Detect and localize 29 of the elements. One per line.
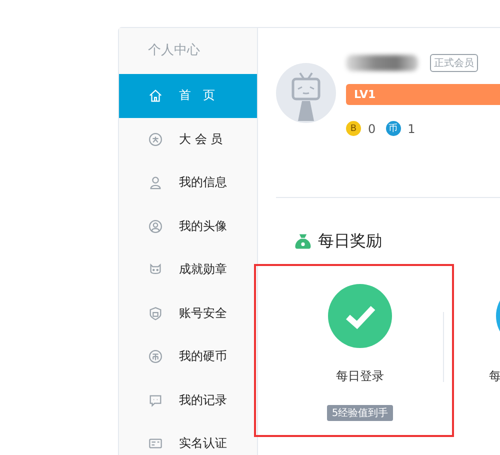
sidebar-item[interactable]: 我的记录 [119,378,257,422]
blurred-username [346,55,418,71]
coin-badge: 币 [386,121,401,136]
sidebar-item[interactable]: 实名认证 [119,422,257,455]
task-label: 每日登录 [336,368,384,385]
level-bar: LV1 [346,84,500,105]
shield-icon [148,306,163,321]
sidebar-item[interactable]: 大 会 员 [119,118,257,161]
sidebar-item[interactable]: 账号安全 [119,292,257,335]
coin-count: 0 [368,122,376,136]
id-card-icon [148,436,163,452]
section-title: 每日奖励 [318,231,382,252]
coin-icon [148,349,163,364]
reward-tag: 5经验值到手 [326,405,394,421]
home-icon [148,88,163,104]
sidebar-item[interactable]: 我的信息 [119,161,257,204]
circle-icon [148,132,163,147]
chat-icon [148,392,163,408]
user-circle-icon [148,218,163,234]
member-badge: 正式会员 [430,54,478,72]
sidebar-item[interactable]: 我的头像 [119,204,257,248]
sidebar-item[interactable]: 我的硬币 [119,335,257,378]
sidebar-item[interactable]: 成就勋章 [119,248,257,292]
sidebar-title: 个人中心 [147,42,201,60]
person-icon [148,175,163,190]
coin-count: 1 [408,122,416,136]
coin-badge: B [346,121,361,136]
avatar-mascot-icon[interactable] [276,63,336,123]
money-bag-icon [294,233,312,250]
